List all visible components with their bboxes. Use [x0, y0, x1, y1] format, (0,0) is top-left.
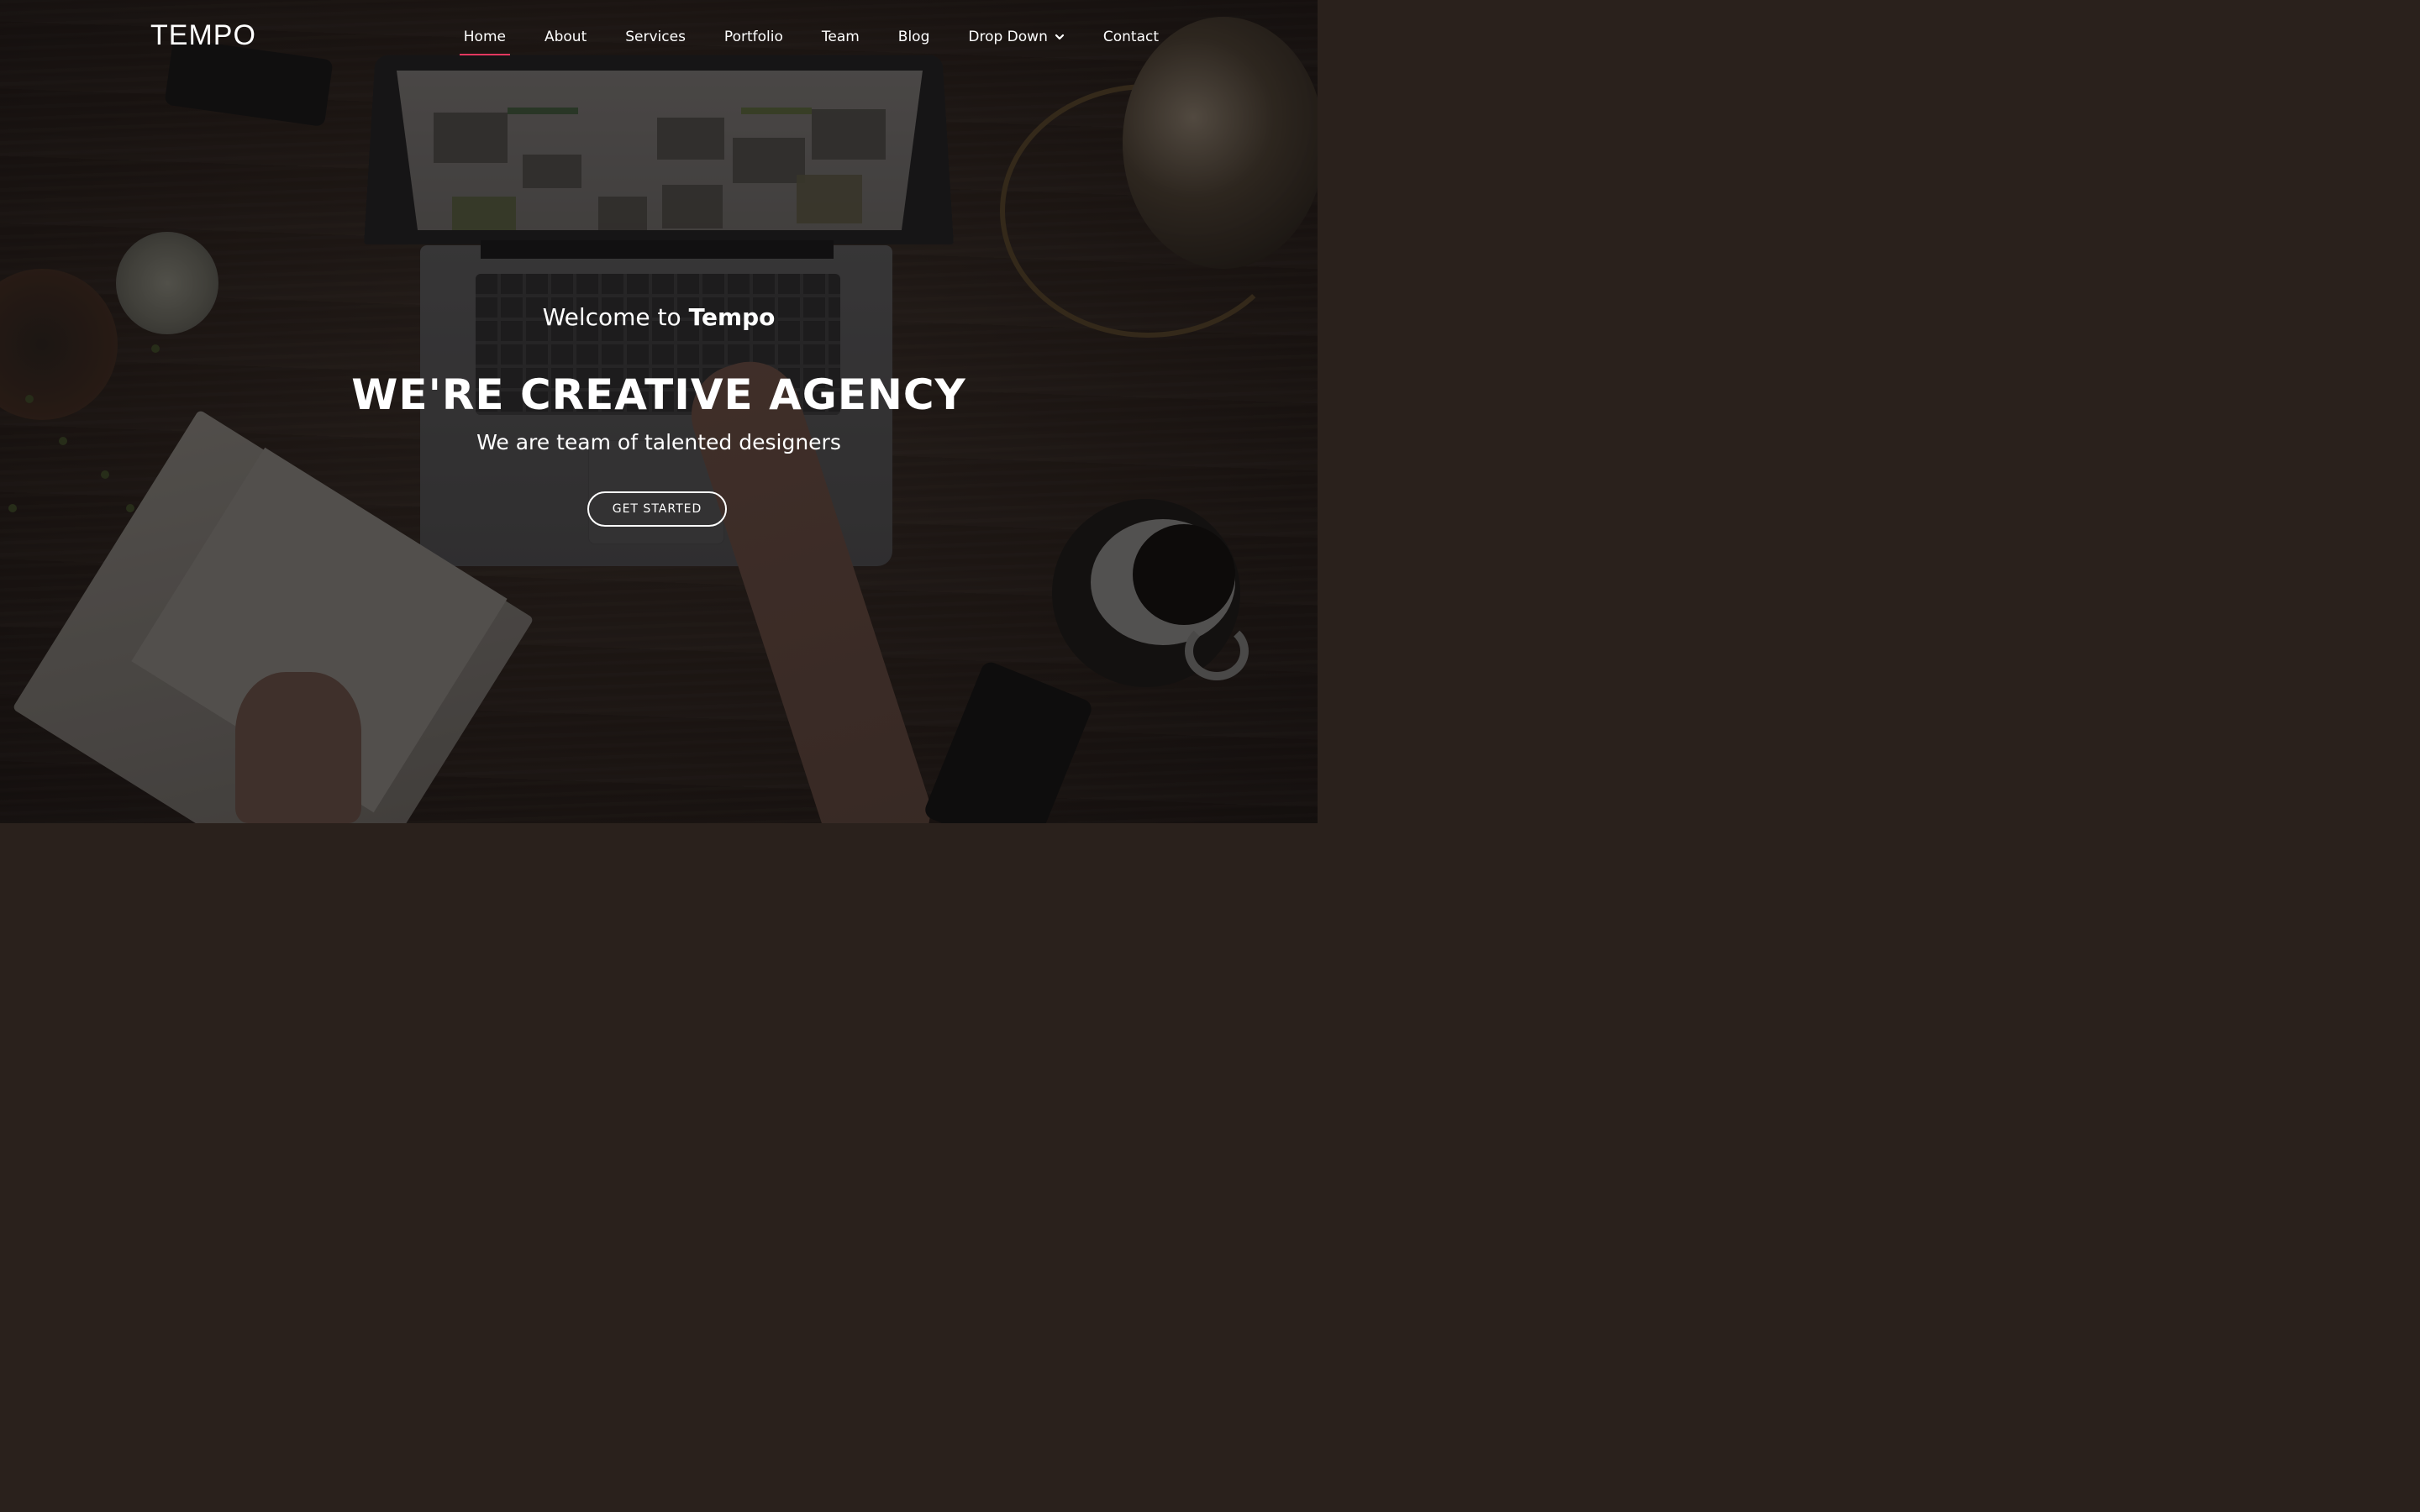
get-started-button[interactable]: GET STARTED [587, 491, 727, 527]
hero-headline: WE'RE CREATIVE AGENCY [351, 370, 966, 419]
hero-tagline: We are team of talented designers [476, 430, 841, 454]
hero-content: Welcome to Tempo WE'RE CREATIVE AGENCY W… [0, 0, 1318, 823]
hero-section: TEMPO Home About Services Portfolio Team… [0, 0, 1318, 823]
welcome-text: Welcome to Tempo [0, 299, 1318, 336]
welcome-prefix: Welcome to [542, 303, 689, 331]
welcome-brand: Tempo [688, 303, 776, 331]
